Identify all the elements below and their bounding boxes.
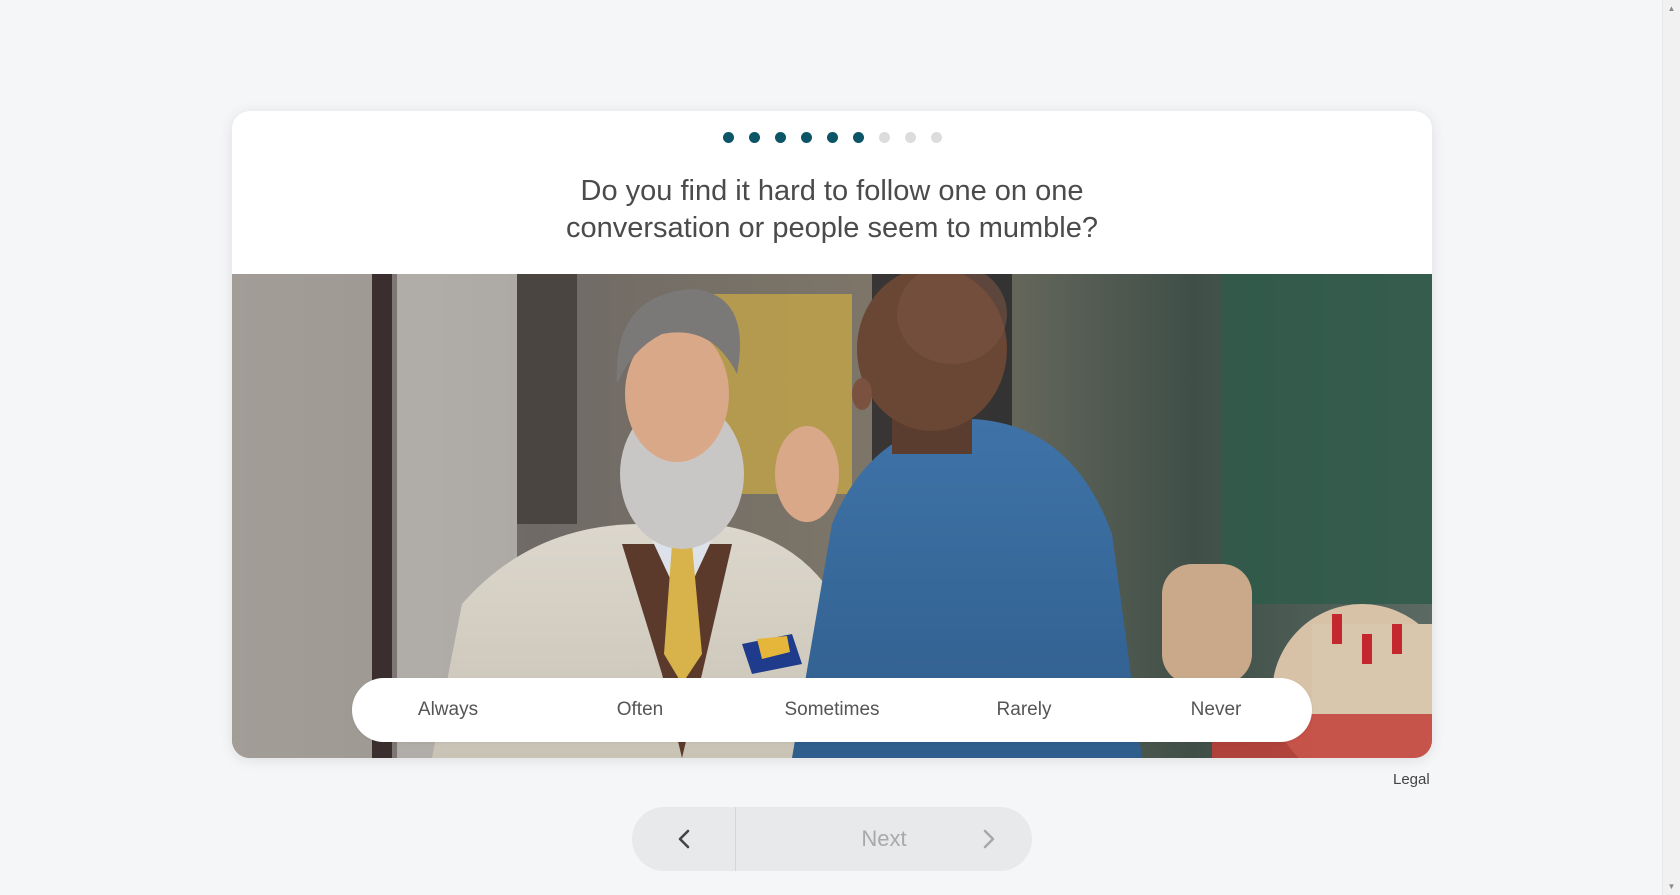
progress-dots — [232, 132, 1432, 143]
answer-always[interactable]: Always — [352, 699, 544, 721]
chevron-left-icon — [678, 829, 689, 849]
progress-dot — [774, 132, 786, 143]
progress-dot — [852, 132, 864, 143]
progress-dot — [878, 132, 890, 143]
next-button-label: Next — [861, 826, 907, 851]
page-scrollbar[interactable]: ▲ ▼ — [1662, 0, 1680, 895]
progress-dot — [904, 132, 916, 143]
back-button[interactable] — [632, 807, 736, 871]
question-text: Do you find it hard to follow one on one… — [566, 175, 1098, 244]
progress-dot — [748, 132, 760, 143]
answer-often[interactable]: Often — [544, 699, 736, 721]
progress-dot — [722, 132, 734, 143]
answer-rarely[interactable]: Rarely — [928, 699, 1120, 721]
next-button[interactable]: Next — [736, 807, 1032, 871]
scroll-up-icon[interactable]: ▲ — [1663, 0, 1680, 17]
answer-sometimes[interactable]: Sometimes — [736, 699, 928, 721]
answer-options: Always Often Sometimes Rarely Never — [352, 678, 1312, 742]
progress-dot — [826, 132, 838, 143]
progress-dot — [930, 132, 942, 143]
chevron-right-icon — [983, 829, 995, 849]
progress-dot — [800, 132, 812, 143]
navigation-bar: Next — [632, 807, 1032, 871]
answer-never[interactable]: Never — [1120, 699, 1312, 721]
question-card: Do you find it hard to follow one on one… — [232, 111, 1432, 758]
legal-link[interactable]: Legal — [1393, 771, 1430, 788]
scroll-down-icon[interactable]: ▼ — [1663, 878, 1680, 895]
